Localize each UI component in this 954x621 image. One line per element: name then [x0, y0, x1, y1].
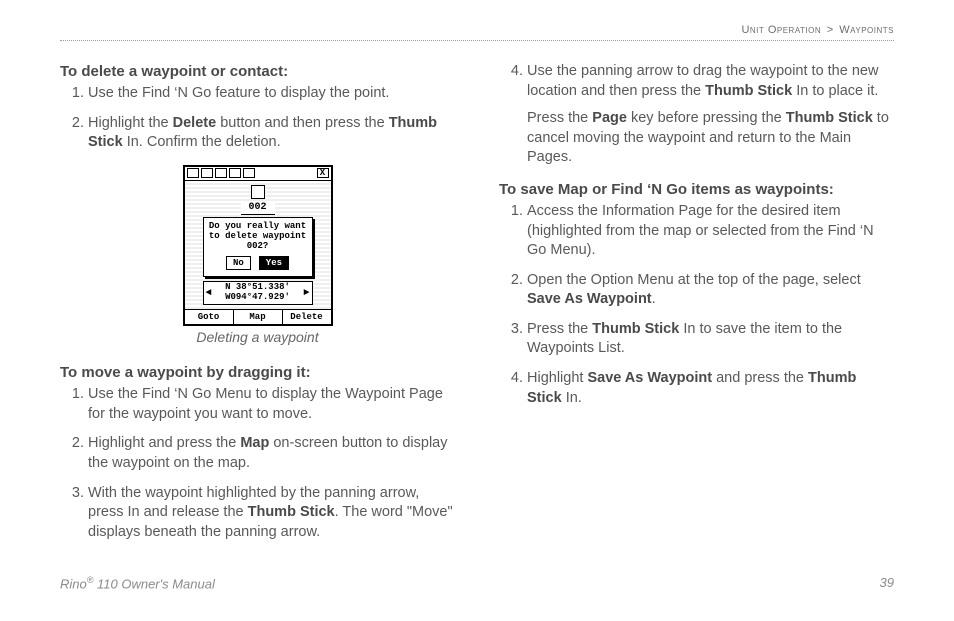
text: button and then press the: [216, 115, 389, 131]
text: Highlight and press the: [88, 435, 240, 451]
coords-text: N 38°51.338' W094°47.929': [225, 283, 290, 303]
text: In to place it.: [792, 83, 878, 99]
breadcrumb-sep: >: [825, 24, 836, 36]
heading-save-waypoints: To save Map or Find ‘N Go items as waypo…: [499, 180, 894, 200]
bold-save-as-waypoint: Save As Waypoint: [527, 291, 652, 307]
list-item: Use the panning arrow to drag the waypoi…: [527, 62, 894, 101]
list-delete-waypoint: Use the Find ‘N Go feature to display th…: [60, 84, 455, 153]
goto-button: Goto: [185, 310, 234, 324]
close-icon: X: [317, 168, 329, 178]
text: key before pressing the: [627, 110, 786, 126]
dialog-yes-button: Yes: [259, 256, 289, 270]
map-button: Map: [234, 310, 283, 324]
breadcrumb-section: Unit Operation: [741, 24, 821, 36]
list-item: Access the Information Page for the desi…: [527, 202, 894, 261]
dialog-buttons: No Yes: [208, 256, 308, 270]
breadcrumb: Unit Operation > Waypoints: [741, 24, 894, 36]
bold-save-as-waypoint: Save As Waypoint: [587, 370, 712, 386]
titlebar-icon: [215, 168, 227, 178]
device-body: 002 Do you really want to delete waypoin…: [185, 181, 331, 309]
heading-delete-waypoint: To delete a waypoint or contact:: [60, 62, 455, 82]
list-item: Use the Find ‘N Go Menu to display the W…: [88, 385, 455, 424]
figure-caption: Deleting a waypoint: [60, 328, 455, 347]
text: Highlight the: [88, 115, 173, 131]
bold-thumb-stick: Thumb Stick: [786, 110, 873, 126]
dialog-no-button: No: [226, 256, 251, 270]
right-column: Use the panning arrow to drag the waypoi…: [499, 62, 894, 554]
heading-move-waypoint: To move a waypoint by dragging it:: [60, 363, 455, 383]
list-move-waypoint: Use the Find ‘N Go Menu to display the W…: [60, 385, 455, 542]
list-item: Highlight Save As Waypoint and press the…: [527, 369, 894, 408]
text: Open the Option Menu at the top of the p…: [527, 272, 861, 288]
coords-box: ◄ N 38°51.338' W094°47.929' ►: [203, 281, 313, 305]
waypoint-name: 002: [241, 201, 275, 216]
text: Use the Find ‘N Go feature to display th…: [88, 85, 389, 101]
content-columns: To delete a waypoint or contact: Use the…: [60, 62, 894, 554]
list-save-waypoints: Access the Information Page for the desi…: [499, 202, 894, 408]
text: Access the Information Page for the desi…: [527, 203, 874, 258]
breadcrumb-page: Waypoints: [839, 24, 894, 36]
titlebar-icon: [243, 168, 255, 178]
device-bottom-buttons: Goto Map Delete: [185, 309, 331, 324]
waypoint-flag-icon: [251, 185, 265, 199]
list-item: Use the Find ‘N Go feature to display th…: [88, 84, 455, 104]
dialog-line: 002?: [208, 242, 308, 252]
bold-thumb-stick: Thumb Stick: [705, 83, 792, 99]
coord-line: N 38°51.338': [225, 282, 290, 292]
list-move-waypoint-cont: Use the panning arrow to drag the waypoi…: [499, 62, 894, 101]
manual-title: 110 Owner's Manual: [93, 576, 214, 591]
page-number: 39: [880, 575, 894, 591]
bold-thumb-stick: Thumb Stick: [592, 321, 679, 337]
titlebar-icon: [201, 168, 213, 178]
delete-button: Delete: [283, 310, 331, 324]
bold-map: Map: [240, 435, 269, 451]
product-name: Rino: [60, 576, 87, 591]
text: Press the: [527, 321, 592, 337]
text: and press the: [712, 370, 808, 386]
arrow-right-icon: ►: [303, 288, 309, 299]
page-footer: Rino® 110 Owner's Manual 39: [60, 575, 894, 591]
bold-delete: Delete: [173, 115, 217, 131]
arrow-left-icon: ◄: [206, 288, 212, 299]
figure-delete-waypoint: X 002 Do you really want to delete waypo…: [60, 165, 455, 347]
text: Press the: [527, 110, 592, 126]
text: In.: [562, 390, 582, 406]
bold-page: Page: [592, 110, 627, 126]
text: .: [652, 291, 656, 307]
text: Use the Find ‘N Go Menu to display the W…: [88, 386, 443, 422]
cancel-move-paragraph: Press the Page key before pressing the T…: [527, 109, 894, 168]
titlebar-icon: [229, 168, 241, 178]
list-item: Highlight the Delete button and then pre…: [88, 114, 455, 153]
text: Highlight: [527, 370, 587, 386]
titlebar-icon: [187, 168, 199, 178]
header-rule: [60, 40, 894, 41]
coord-line: W094°47.929': [225, 292, 290, 302]
device-screenshot: X 002 Do you really want to delete waypo…: [183, 165, 333, 326]
footer-left: Rino® 110 Owner's Manual: [60, 575, 215, 591]
device-titlebar: X: [185, 167, 331, 181]
text: In. Confirm the deletion.: [123, 134, 281, 150]
left-column: To delete a waypoint or contact: Use the…: [60, 62, 455, 554]
confirm-dialog: Do you really want to delete waypoint 00…: [203, 217, 313, 277]
list-item: Press the Thumb Stick In to save the ite…: [527, 320, 894, 359]
bold-thumb-stick: Thumb Stick: [248, 504, 335, 520]
list-item: With the waypoint highlighted by the pan…: [88, 484, 455, 543]
list-item: Highlight and press the Map on-screen bu…: [88, 434, 455, 473]
list-item: Open the Option Menu at the top of the p…: [527, 271, 894, 310]
